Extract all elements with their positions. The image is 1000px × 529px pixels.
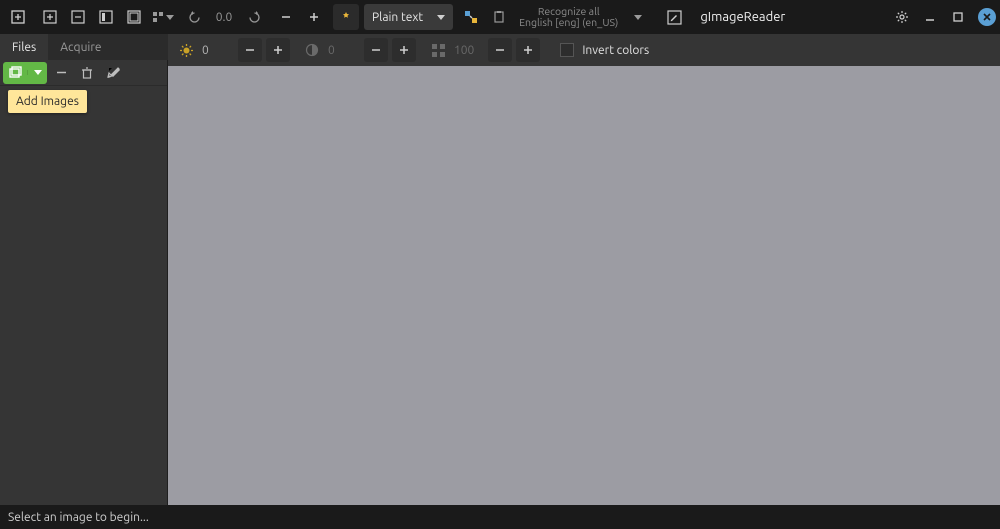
settings-icon[interactable] — [889, 4, 915, 30]
rotate-right-icon[interactable] — [241, 4, 267, 30]
delete-image-button[interactable] — [75, 62, 99, 84]
chevron-down-icon — [437, 15, 445, 20]
invert-colors-label: Invert colors — [582, 44, 649, 57]
mode-label: Plain text — [372, 11, 423, 24]
statusbar: Select an image to begin... — [0, 505, 1000, 529]
status-text: Select an image to begin... — [8, 511, 149, 524]
image-canvas[interactable] — [168, 66, 1000, 505]
invert-colors-checkbox[interactable] — [560, 43, 574, 57]
resolution-minus-button[interactable] — [488, 38, 512, 62]
brightness-icon — [174, 38, 198, 62]
lang-chevron-icon[interactable] — [625, 4, 651, 30]
clipboard-icon[interactable] — [486, 4, 512, 30]
language-label: English [eng] (en_US) — [519, 17, 618, 28]
sidebar: Add Images — [0, 60, 168, 505]
add-images-chevron-icon[interactable] — [27, 70, 47, 75]
window-close-icon[interactable] — [978, 8, 996, 26]
edit-icon[interactable] — [661, 4, 687, 30]
rotate-value[interactable]: 0.0 — [208, 11, 240, 24]
remove-image-button[interactable] — [49, 62, 73, 84]
contrast-icon — [300, 38, 324, 62]
sidebar-tabs: Files Acquire — [0, 34, 168, 60]
titlebar: 0.0 Plain text Recognize all English [en… — [0, 0, 1000, 34]
window-minimize-icon[interactable] — [917, 4, 943, 30]
contrast-minus-button[interactable] — [364, 38, 388, 62]
tool-icon[interactable] — [458, 4, 484, 30]
add-images-icon — [3, 66, 27, 80]
open-icon[interactable] — [5, 4, 31, 30]
tab-files[interactable]: Files — [0, 34, 48, 60]
window-maximize-icon[interactable] — [945, 4, 971, 30]
brightness-minus-button[interactable] — [238, 38, 262, 62]
plus-icon[interactable] — [301, 4, 327, 30]
language-group[interactable]: Recognize all English [eng] (en_US) — [513, 6, 624, 28]
resolution-plus-button[interactable] — [516, 38, 540, 62]
mode-dropdown[interactable]: Plain text — [364, 4, 453, 30]
contrast-value: 0 — [328, 44, 342, 57]
view-toolbar: 0 0 100 Invert colors — [168, 34, 1000, 66]
clear-images-button[interactable] — [101, 62, 125, 84]
add-images-button[interactable] — [3, 62, 47, 84]
fit-width-icon[interactable] — [93, 4, 119, 30]
resolution-icon — [426, 38, 450, 62]
rotate-left-icon[interactable] — [181, 4, 207, 30]
minus-icon[interactable] — [273, 4, 299, 30]
sidebar-toolbar: Add Images — [0, 60, 167, 86]
add-images-tooltip: Add Images — [8, 90, 87, 113]
rotate-group: 0.0 — [180, 4, 268, 30]
brightness-value: 0 — [202, 44, 216, 57]
tab-acquire[interactable]: Acquire — [48, 34, 113, 60]
resolution-value: 100 — [454, 44, 474, 57]
fit-page-icon[interactable] — [121, 4, 147, 30]
autolayout-icon[interactable] — [149, 4, 175, 30]
brightness-plus-button[interactable] — [266, 38, 290, 62]
app-title: gImageReader — [700, 10, 785, 24]
ocr-icon[interactable] — [333, 4, 359, 30]
zoom-out-icon[interactable] — [65, 4, 91, 30]
zoom-in-icon[interactable] — [37, 4, 63, 30]
contrast-plus-button[interactable] — [392, 38, 416, 62]
